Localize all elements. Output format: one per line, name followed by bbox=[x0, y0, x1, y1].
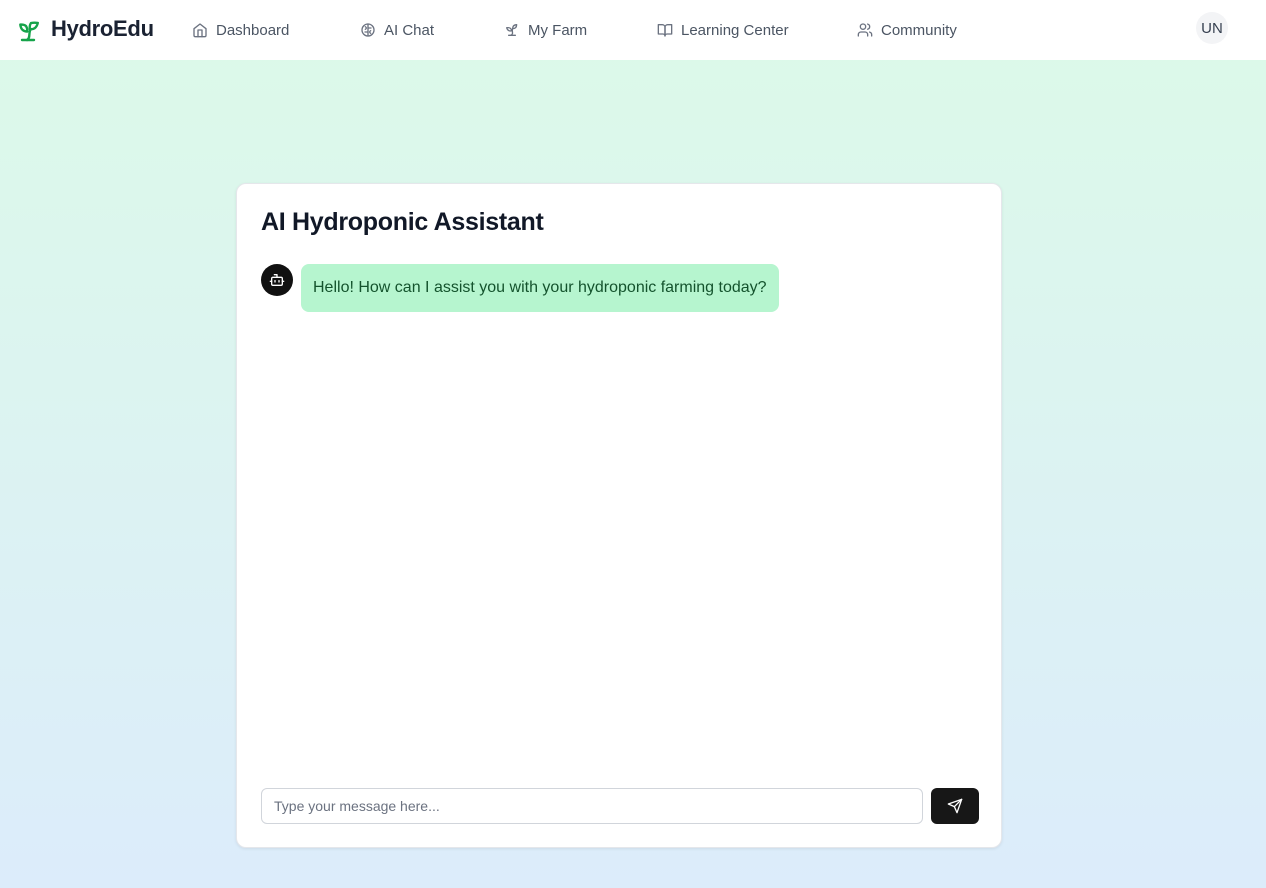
nav-item-community[interactable]: Community bbox=[857, 19, 957, 41]
message-bubble: Hello! How can I assist you with your hy… bbox=[301, 264, 779, 312]
nav-item-my-farm[interactable]: My Farm bbox=[504, 19, 587, 41]
send-button[interactable] bbox=[931, 788, 979, 824]
nav-item-label: My Farm bbox=[528, 21, 588, 39]
nav-item-label: Dashboard bbox=[216, 21, 290, 39]
sprout-icon bbox=[506, 24, 518, 36]
nav-item-dashboard[interactable]: Dashboard bbox=[192, 19, 289, 41]
user-avatar[interactable]: UN bbox=[1196, 12, 1228, 44]
bot-icon bbox=[269, 274, 285, 286]
book-open-icon bbox=[657, 24, 673, 37]
top-navbar: HydroEdu Dashboard AI Chat My Farm Learn… bbox=[0, 0, 1266, 60]
nav-item-label: AI Chat bbox=[384, 21, 435, 39]
nav-item-ai-chat[interactable]: AI Chat bbox=[360, 19, 434, 41]
nav-item-label: Community bbox=[881, 21, 957, 39]
users-icon bbox=[857, 23, 873, 37]
message-input[interactable] bbox=[261, 788, 923, 824]
message-composer bbox=[261, 788, 979, 824]
chat-title: AI Hydroponic Assistant bbox=[261, 208, 544, 236]
chat-card: AI Hydroponic Assistant Hello! How can I… bbox=[236, 183, 1002, 848]
send-icon bbox=[947, 798, 963, 814]
sprout-icon bbox=[19, 21, 39, 42]
nav-item-learning-center[interactable]: Learning Center bbox=[657, 19, 789, 41]
app-name: HydroEdu bbox=[51, 16, 154, 41]
app-logo[interactable]: HydroEdu bbox=[16, 14, 154, 44]
bot-avatar bbox=[261, 264, 293, 296]
home-icon bbox=[193, 23, 207, 38]
brain-icon bbox=[361, 23, 375, 37]
message-row: Hello! How can I assist you with your hy… bbox=[261, 264, 779, 312]
nav-item-label: Learning Center bbox=[681, 21, 789, 39]
